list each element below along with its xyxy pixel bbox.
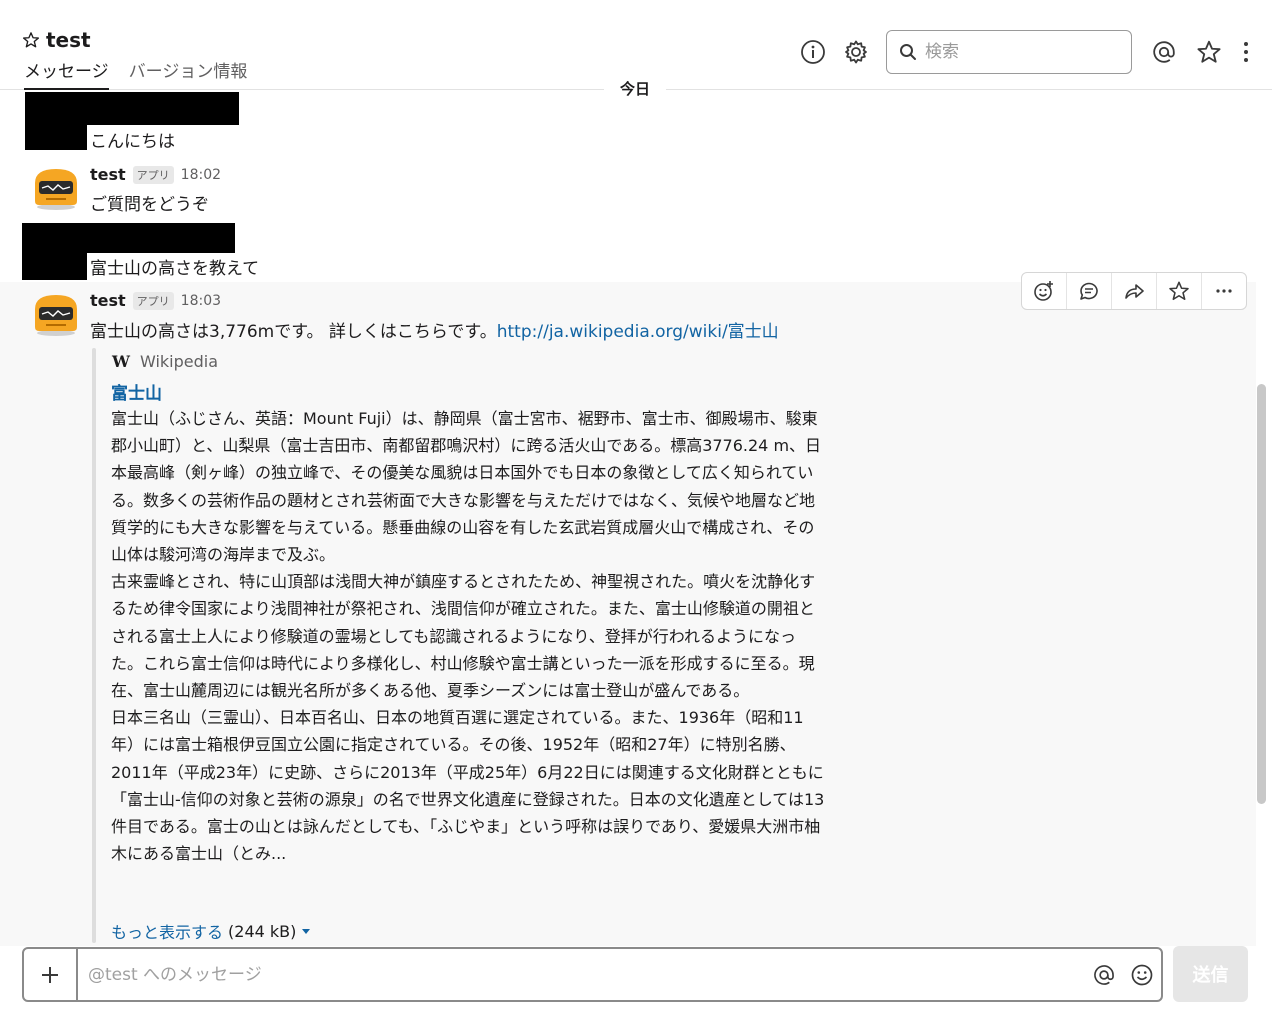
message-text: ご質問をどうぞ — [90, 195, 209, 215]
show-more-row: もっと表示する (244 kB) — [111, 919, 311, 943]
emoji-icon — [1131, 964, 1153, 985]
message-header: test アプリ 18:03 — [90, 291, 221, 310]
attach-button[interactable] — [24, 949, 78, 1000]
mentions-icon[interactable] — [1150, 38, 1178, 66]
mention-button[interactable] — [1085, 949, 1123, 1000]
send-button[interactable]: 送信 — [1173, 946, 1248, 1002]
sender-name[interactable]: test — [90, 165, 126, 184]
gear-icon[interactable] — [842, 38, 870, 66]
redacted-avatar — [22, 223, 87, 280]
message-body: 富士山の高さは3,776mです。 詳しくはこちらです。 — [90, 322, 497, 342]
app-badge: アプリ — [132, 291, 174, 310]
star-icon[interactable] — [22, 31, 40, 49]
info-icon[interactable] — [799, 38, 827, 66]
message-text: 富士山の高さは3,776mです。 詳しくはこちらです。http://ja.wik… — [90, 317, 779, 342]
star-message-button[interactable] — [1157, 273, 1202, 309]
channel-name: test — [46, 28, 91, 52]
search-icon — [900, 44, 916, 60]
timestamp[interactable]: 18:03 — [181, 293, 221, 309]
caret-down-icon[interactable] — [301, 926, 311, 936]
add-reaction-button[interactable] — [1022, 273, 1067, 309]
attachment-title[interactable]: 富士山 — [111, 379, 162, 404]
sender-name[interactable]: test — [90, 291, 126, 310]
more-horizontal-icon — [1216, 289, 1232, 293]
channel-header: test メッセージ バージョン情報 — [0, 0, 1272, 90]
message-header: test アプリ 18:02 — [90, 165, 221, 184]
attachment-source: W Wikipedia — [112, 352, 218, 371]
wikipedia-icon: W — [112, 352, 130, 371]
channel-tabs: メッセージ バージョン情報 — [24, 57, 247, 90]
plus-icon — [42, 966, 58, 983]
attachment-paragraph: 古来霊峰とされ、特に山頂部は浅間大神が鎮座するとされたため、神聖視された。噴火を… — [111, 572, 816, 701]
at-icon — [1094, 964, 1114, 985]
attachment-border — [92, 348, 96, 943]
add-reaction-icon — [1034, 281, 1053, 301]
bot-avatar[interactable] — [31, 289, 81, 339]
wikipedia-link[interactable]: http://ja.wikipedia.org/wiki/富士山 — [497, 322, 779, 342]
search-input[interactable] — [925, 42, 1115, 62]
attachment-source-name: Wikipedia — [139, 352, 218, 371]
attachment-paragraph: 日本三名山（三霊山）、日本百名山、日本の地質百選に選定されている。また、1936… — [111, 708, 825, 864]
tab-version-info[interactable]: バージョン情報 — [129, 57, 248, 90]
day-divider-label: 今日 — [604, 78, 666, 100]
message-input[interactable] — [78, 964, 1085, 985]
thread-icon — [1080, 282, 1098, 300]
bot-avatar[interactable] — [31, 163, 81, 213]
tab-messages[interactable]: メッセージ — [24, 57, 109, 90]
emoji-button[interactable] — [1123, 949, 1161, 1000]
redacted-avatar — [25, 92, 87, 150]
start-thread-button[interactable] — [1067, 273, 1112, 309]
channel-title[interactable]: test — [22, 28, 91, 52]
message-actions-toolbar — [1021, 272, 1247, 310]
show-more-link[interactable]: もっと表示する — [111, 919, 223, 943]
scrollbar-thumb[interactable] — [1257, 384, 1266, 804]
star-icon — [1169, 281, 1189, 301]
app-badge: アプリ — [132, 165, 174, 184]
attachment-size: (244 kB) — [228, 921, 297, 941]
more-vertical-icon[interactable] — [1232, 38, 1260, 66]
timestamp[interactable]: 18:02 — [181, 167, 221, 183]
attachment-body: 富士山（ふじさん、英語：Mount Fuji）は、静岡県（富士宮市、裾野市、富士… — [111, 405, 826, 867]
starred-items-icon[interactable] — [1195, 38, 1223, 66]
message-composer — [22, 947, 1163, 1002]
attachment-paragraph: 富士山（ふじさん、英語：Mount Fuji）は、静岡県（富士宮市、裾野市、富士… — [111, 409, 822, 565]
more-actions-button[interactable] — [1202, 273, 1246, 309]
search-box[interactable] — [886, 30, 1132, 74]
share-icon — [1125, 284, 1144, 299]
share-message-button[interactable] — [1112, 273, 1157, 309]
message-text: 富士山の高さを教えて — [90, 259, 260, 279]
message-text: こんにちは — [90, 132, 175, 152]
